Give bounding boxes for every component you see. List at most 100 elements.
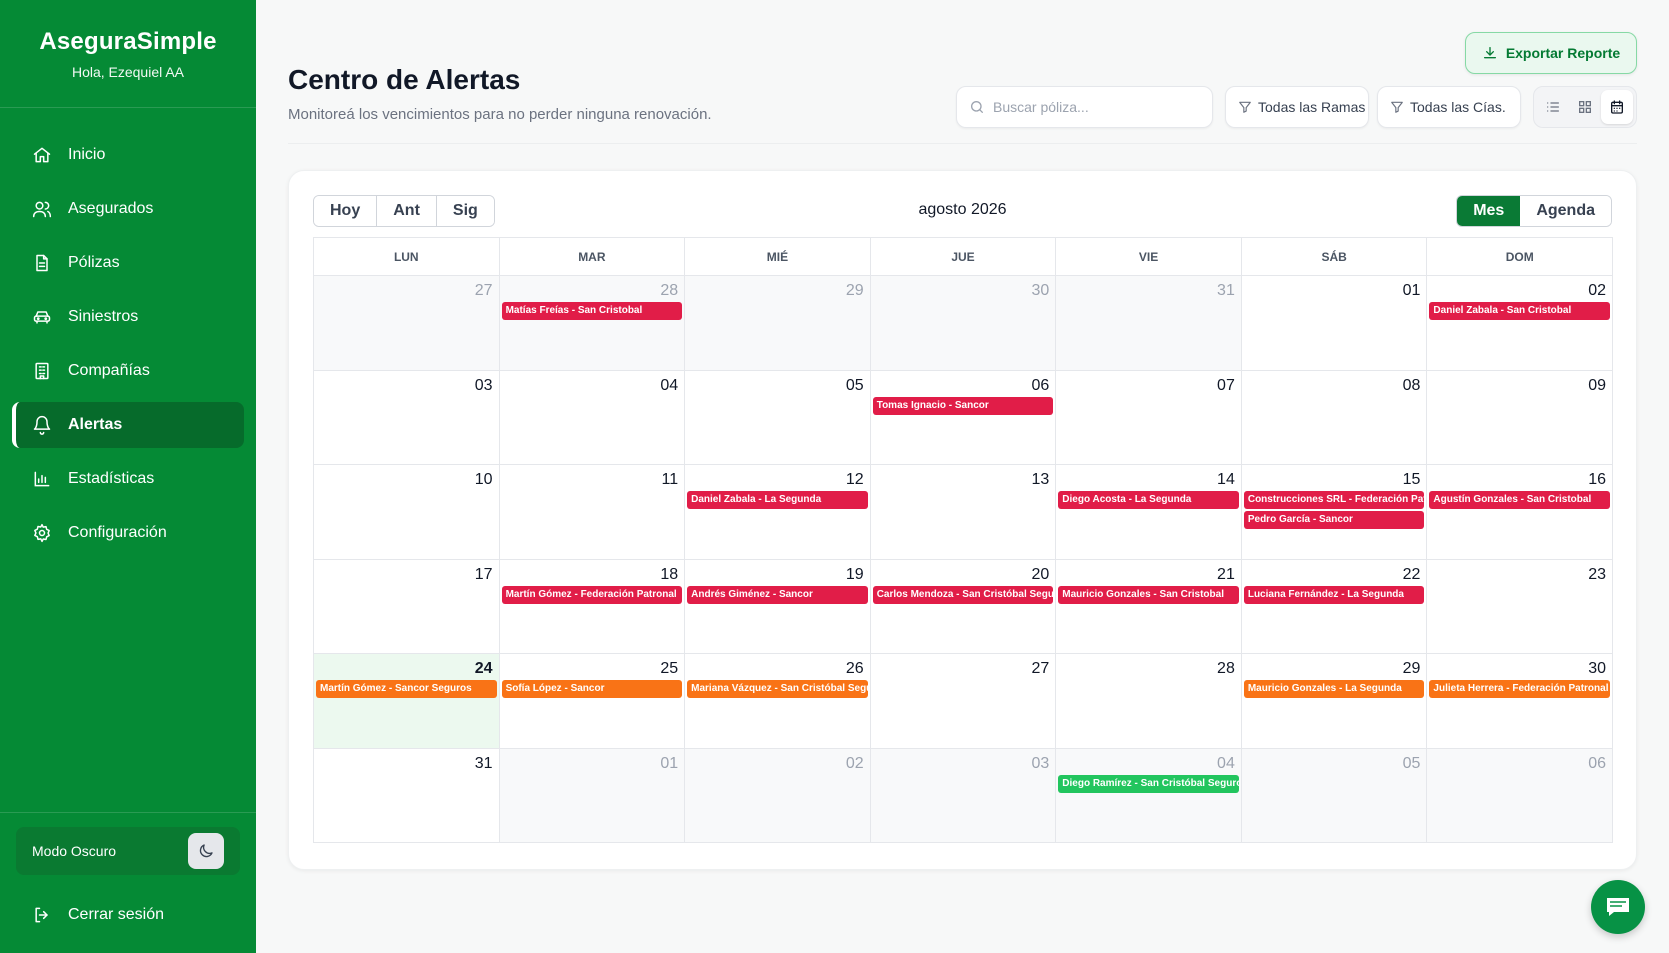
- search-input[interactable]: [993, 99, 1193, 115]
- calendar-day[interactable]: 28: [1056, 654, 1242, 749]
- calendar-event[interactable]: Tomas Ignacio - Sancor: [872, 396, 1054, 415]
- day-number[interactable]: 31: [1058, 280, 1239, 302]
- calendar-event[interactable]: Martín Gómez - Federación Patronal: [501, 585, 683, 604]
- day-number[interactable]: 05: [1244, 753, 1425, 775]
- sidebar-item-inicio[interactable]: Inicio: [12, 132, 244, 178]
- day-number[interactable]: 30: [873, 280, 1054, 302]
- month-view-button[interactable]: Mes: [1457, 196, 1521, 226]
- list-view-icon[interactable]: [1537, 90, 1569, 124]
- day-number[interactable]: 14: [1058, 469, 1239, 491]
- calendar-day[interactable]: 13: [870, 465, 1057, 560]
- calendar-day[interactable]: 01: [1241, 276, 1428, 371]
- day-number[interactable]: 06: [1429, 753, 1610, 775]
- calendar-day[interactable]: 14 Diego Acosta - La Segunda: [1056, 465, 1242, 560]
- calendar-day[interactable]: 31: [1056, 276, 1242, 371]
- calendar-day[interactable]: 19 Andrés Giménez - Sancor: [685, 559, 871, 654]
- calendar-day[interactable]: 29 Mauricio Gonzales - La Segunda: [1241, 654, 1428, 749]
- day-number[interactable]: 18: [502, 564, 683, 586]
- day-number[interactable]: 09: [1429, 375, 1610, 397]
- day-number[interactable]: 21: [1058, 564, 1239, 586]
- calendar-day[interactable]: 06 Tomas Ignacio - Sancor: [870, 370, 1057, 465]
- sidebar-item-companias[interactable]: Compañías: [12, 348, 244, 394]
- calendar-day[interactable]: 08: [1241, 370, 1428, 465]
- day-number[interactable]: 30: [1429, 658, 1610, 680]
- day-number[interactable]: 01: [502, 753, 683, 775]
- calendar-event[interactable]: Mauricio Gonzales - San Cristobal: [1058, 585, 1239, 604]
- brand-logo-text[interactable]: AseguraSimple: [0, 28, 256, 56]
- day-number[interactable]: 13: [873, 469, 1054, 491]
- calendar-event[interactable]: Carlos Mendoza - San Cristóbal Seguros: [872, 585, 1054, 604]
- calendar-day[interactable]: 04: [499, 370, 686, 465]
- calendar-day[interactable]: 01: [499, 748, 686, 843]
- calendar-day[interactable]: 04 Diego Ramírez - San Cristóbal Seguros: [1056, 748, 1242, 843]
- day-number[interactable]: 26: [687, 658, 868, 680]
- day-number[interactable]: 10: [316, 469, 497, 491]
- calendar-event[interactable]: Construcciones SRL - Federación Patronal: [1243, 491, 1425, 509]
- day-number[interactable]: 16: [1429, 469, 1610, 491]
- day-number[interactable]: 23: [1429, 564, 1610, 586]
- calendar-day[interactable]: 07: [1056, 370, 1242, 465]
- calendar-day[interactable]: 03: [870, 748, 1057, 843]
- calendar-day[interactable]: 20 Carlos Mendoza - San Cristóbal Seguros: [870, 559, 1057, 654]
- calendar-day-today[interactable]: 24 Martín Gómez - Sancor Seguros: [314, 654, 500, 749]
- calendar-day[interactable]: 16 Agustín Gonzales - San Cristobal: [1427, 465, 1613, 560]
- day-number[interactable]: 19: [687, 564, 868, 586]
- calendar-event[interactable]: Mauricio Gonzales - La Segunda: [1243, 680, 1425, 698]
- day-number[interactable]: 05: [687, 375, 868, 397]
- calendar-day[interactable]: 09: [1427, 370, 1613, 465]
- calendar-event[interactable]: Pedro García - Sancor: [1243, 511, 1425, 529]
- filter-ramas-select[interactable]: Todas las Ramas: [1225, 86, 1369, 128]
- day-number[interactable]: 29: [687, 280, 868, 302]
- calendar-day[interactable]: 11: [499, 465, 686, 560]
- calendar-event[interactable]: Diego Ramírez - San Cristóbal Seguros: [1058, 774, 1239, 793]
- day-number[interactable]: 29: [1244, 658, 1425, 680]
- calendar-event[interactable]: Daniel Zabala - La Segunda: [687, 491, 868, 509]
- sidebar-item-estadisticas[interactable]: Estadísticas: [12, 456, 244, 502]
- export-report-button[interactable]: Exportar Reporte: [1465, 32, 1637, 74]
- calendar-event[interactable]: Andrés Giménez - Sancor: [687, 585, 868, 604]
- calendar-day[interactable]: 27: [870, 654, 1057, 749]
- agenda-view-button[interactable]: Agenda: [1520, 196, 1611, 226]
- day-number[interactable]: 25: [502, 658, 683, 680]
- calendar-event[interactable]: Julieta Herrera - Federación Patronal: [1429, 680, 1610, 698]
- calendar-event[interactable]: Matías Freías - San Cristobal: [501, 302, 683, 320]
- dark-mode-toggle[interactable]: [188, 833, 224, 869]
- calendar-day[interactable]: 28 Matías Freías - San Cristobal: [499, 276, 686, 371]
- calendar-day[interactable]: 18 Martín Gómez - Federación Patronal: [499, 559, 686, 654]
- day-number[interactable]: 22: [1244, 564, 1425, 586]
- calendar-day[interactable]: 02 Daniel Zabala - San Cristobal: [1427, 276, 1613, 371]
- day-number[interactable]: 03: [873, 753, 1054, 775]
- day-number[interactable]: 28: [502, 280, 683, 302]
- calendar-day[interactable]: 12 Daniel Zabala - La Segunda: [685, 465, 871, 560]
- day-number[interactable]: 06: [873, 375, 1054, 397]
- day-number[interactable]: 15: [1244, 469, 1425, 491]
- day-number[interactable]: 07: [1058, 375, 1239, 397]
- day-number[interactable]: 03: [316, 375, 497, 397]
- calendar-event[interactable]: Martín Gómez - Sancor Seguros: [316, 680, 497, 698]
- sidebar-item-siniestros[interactable]: Siniestros: [12, 294, 244, 340]
- calendar-day[interactable]: 06: [1427, 748, 1613, 843]
- calendar-day[interactable]: 17: [314, 559, 500, 654]
- sidebar-item-configuracion[interactable]: Configuración: [12, 510, 244, 556]
- day-number[interactable]: 11: [502, 469, 683, 491]
- logout-button[interactable]: Cerrar sesión: [0, 895, 256, 935]
- calendar-day[interactable]: 15Construcciones SRL - Federación Patron…: [1241, 465, 1428, 560]
- day-number[interactable]: 12: [687, 469, 868, 491]
- calendar-day[interactable]: 25 Sofía López - Sancor: [499, 654, 686, 749]
- sidebar-item-polizas[interactable]: Pólizas: [12, 240, 244, 286]
- calendar-day[interactable]: 31: [314, 748, 500, 843]
- day-number[interactable]: 02: [687, 753, 868, 775]
- day-number[interactable]: 20: [873, 564, 1054, 586]
- calendar-event[interactable]: Mariana Vázquez - San Cristóbal Seguros: [687, 680, 868, 698]
- day-number[interactable]: 01: [1244, 280, 1425, 302]
- sidebar-item-alertas[interactable]: Alertas: [12, 402, 244, 448]
- calendar-day[interactable]: 29: [685, 276, 871, 371]
- calendar-day[interactable]: 27: [314, 276, 500, 371]
- calendar-day[interactable]: 05: [685, 370, 871, 465]
- grid-view-icon[interactable]: [1569, 90, 1601, 124]
- day-number[interactable]: 02: [1429, 280, 1610, 302]
- day-number[interactable]: 08: [1244, 375, 1425, 397]
- day-number[interactable]: 28: [1058, 658, 1239, 680]
- day-number[interactable]: 04: [1058, 753, 1239, 775]
- calendar-day[interactable]: 26Mariana Vázquez - San Cristóbal Seguro…: [685, 654, 871, 749]
